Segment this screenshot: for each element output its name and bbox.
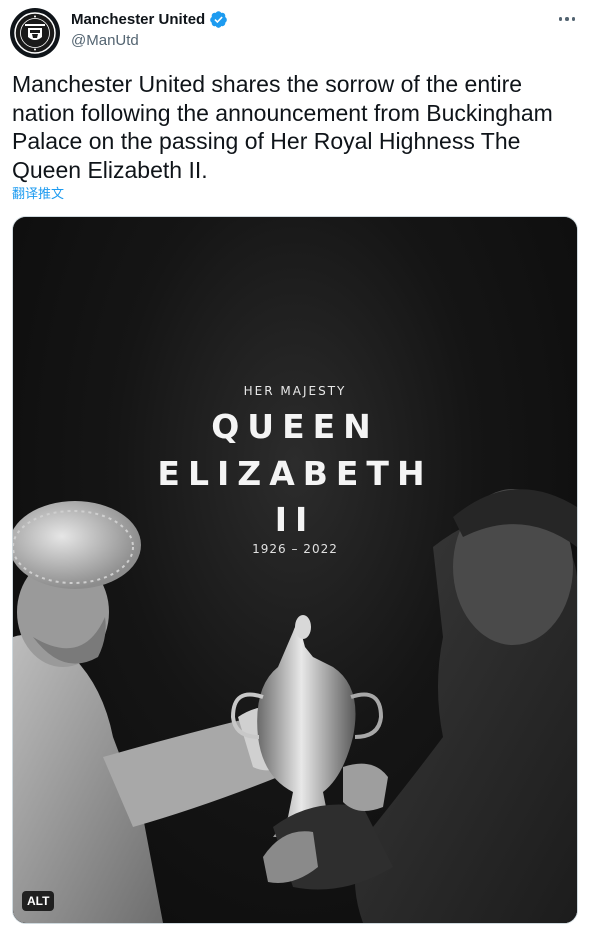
tweet: Manchester United @ManUtd Manchester Uni… — [0, 0, 590, 926]
image-caption-title-line-1: QUEEN — [211, 407, 379, 446]
image-caption-title-line-2: ELIZABETH — [157, 454, 433, 493]
club-crest-icon — [14, 12, 56, 54]
author-name-row: Manchester United — [71, 10, 228, 29]
author-handle[interactable]: @ManUtd — [71, 31, 139, 50]
tweet-text: Manchester United shares the sorrow of t… — [12, 71, 560, 183]
tweet-media-image[interactable]: HER MAJESTY QUEEN ELIZABETH II 1926 – 20… — [12, 216, 578, 924]
more-options-button[interactable] — [552, 6, 582, 32]
more-horizontal-icon-dot — [565, 17, 569, 21]
translate-tweet-link[interactable]: 翻译推文 — [12, 185, 64, 203]
avatar[interactable] — [10, 8, 60, 58]
image-caption-title-line-3: II — [274, 500, 316, 539]
queen-trophy-photo — [13, 489, 577, 923]
image-caption-years: 1926 – 2022 — [252, 542, 338, 556]
image-caption-eyebrow: HER MAJESTY — [243, 384, 347, 398]
more-horizontal-icon-dot — [571, 17, 576, 21]
author-display-name[interactable]: Manchester United — [71, 10, 205, 29]
more-horizontal-icon — [558, 17, 563, 21]
alt-text-badge[interactable]: ALT — [22, 891, 55, 911]
verified-badge-icon — [210, 11, 228, 28]
